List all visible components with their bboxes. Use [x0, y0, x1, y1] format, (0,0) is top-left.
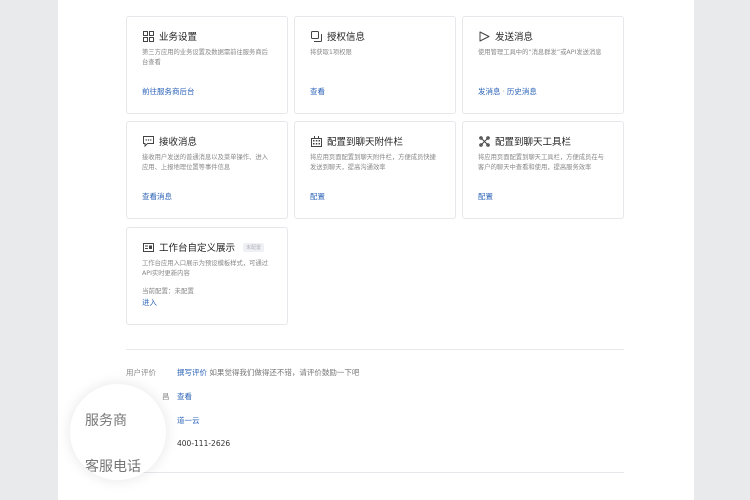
row-label-fragment: 昌	[162, 392, 170, 401]
enter-workbench-config-link[interactable]: 进入	[142, 297, 157, 308]
card-title: 业务设置	[159, 32, 198, 43]
card-chat-attachment-bar: 配置到聊天附件栏 将应用页面配置到聊天附件栏，方便成员快捷发送到聊天，提高沟通效…	[294, 121, 456, 219]
provider-link[interactable]: 道一云	[177, 416, 200, 425]
provider-label: 服务商	[85, 413, 127, 429]
divider	[126, 349, 624, 350]
chat-icon	[142, 135, 154, 147]
card-authorization-info: 授权信息 将获取1项权限 查看	[294, 16, 456, 114]
view-messages-link[interactable]: 查看消息	[142, 191, 172, 202]
rating-value: 撰写评价 如果觉得我们做得还不错，请评价鼓励一下吧	[177, 367, 359, 378]
magnifier-overlay: 服务商 客服电话	[70, 384, 166, 480]
display-card-icon	[142, 241, 154, 253]
card-description: 第三方应用的业务设置及数据需前往服务商后台查看	[142, 49, 268, 66]
card-title: 配置到聊天工具栏	[495, 137, 572, 148]
rating-label: 用户评价	[126, 368, 156, 377]
card-receive-message: 接收消息 接收用户发送的普通消息以及菜单操作、进入应用、上报地理位置等事件信息 …	[126, 121, 288, 219]
card-description: 将应用页面配置到聊天工具栏，方便成员在与客户的聊天中查看和使用，提高服务效率	[478, 154, 604, 171]
card-title: 工作台自定义展示	[159, 243, 236, 254]
message-history-link[interactable]: 历史消息	[507, 87, 537, 96]
card-title: 发送消息	[495, 32, 534, 43]
rating-hint: 如果觉得我们做得还不错，请评价鼓励一下吧	[209, 368, 360, 377]
card-description: 将应用页面配置到聊天附件栏，方便成员快捷发送到聊天，提高沟通效率	[310, 154, 436, 171]
card-send-message: 发送消息 使用管理工具中的“消息群发”或API发送消息 发消息 · 历史消息	[462, 16, 624, 114]
status-badge: 未配置	[243, 242, 265, 252]
attachment-grid-icon	[310, 135, 322, 147]
card-title: 配置到聊天附件栏	[327, 137, 404, 148]
tools-icon	[478, 135, 490, 147]
send-message-link[interactable]: 发消息	[478, 87, 501, 96]
card-description: 将获取1项权限	[310, 49, 352, 56]
copy-icon	[310, 30, 322, 42]
send-icon	[478, 30, 490, 42]
view-authorization-link[interactable]: 查看	[310, 86, 325, 97]
card-description: 使用管理工具中的“消息群发”或API发送消息	[478, 49, 602, 56]
card-description: 接收用户发送的普通消息以及菜单操作、进入应用、上报地理位置等事件信息	[142, 154, 268, 171]
configure-tool-bar-link[interactable]: 配置	[478, 191, 493, 202]
card-workbench-custom-display: 工作台自定义展示 未配置 工作台应用入口展示为预设模板样式，可通过API实时更新…	[126, 227, 288, 325]
view-link[interactable]: 查看	[177, 392, 192, 401]
goto-provider-backend-link[interactable]: 前往服务商后台	[142, 86, 195, 97]
card-description: 工作台应用入口展示为预设模板样式，可通过API实时更新内容	[142, 260, 268, 277]
card-business-settings: 业务设置 第三方应用的业务设置及数据需前往服务商后台查看 前往服务商后台	[126, 16, 288, 114]
card-title: 接收消息	[159, 137, 198, 148]
configure-attachment-bar-link[interactable]: 配置	[310, 191, 325, 202]
card-title: 授权信息	[327, 32, 366, 43]
link-separator: ·	[502, 87, 505, 96]
card-chat-tool-bar: 配置到聊天工具栏 将应用页面配置到聊天工具栏，方便成员在与客户的聊天中查看和使用…	[462, 121, 624, 219]
support-phone-value: 400-111-2626	[177, 439, 231, 448]
support-phone-label: 客服电话	[85, 459, 141, 475]
current-config-status: 当前配置：未配置	[142, 287, 194, 295]
write-review-link[interactable]: 撰写评价	[177, 368, 207, 377]
grid-icon	[142, 30, 154, 42]
divider	[126, 472, 624, 473]
